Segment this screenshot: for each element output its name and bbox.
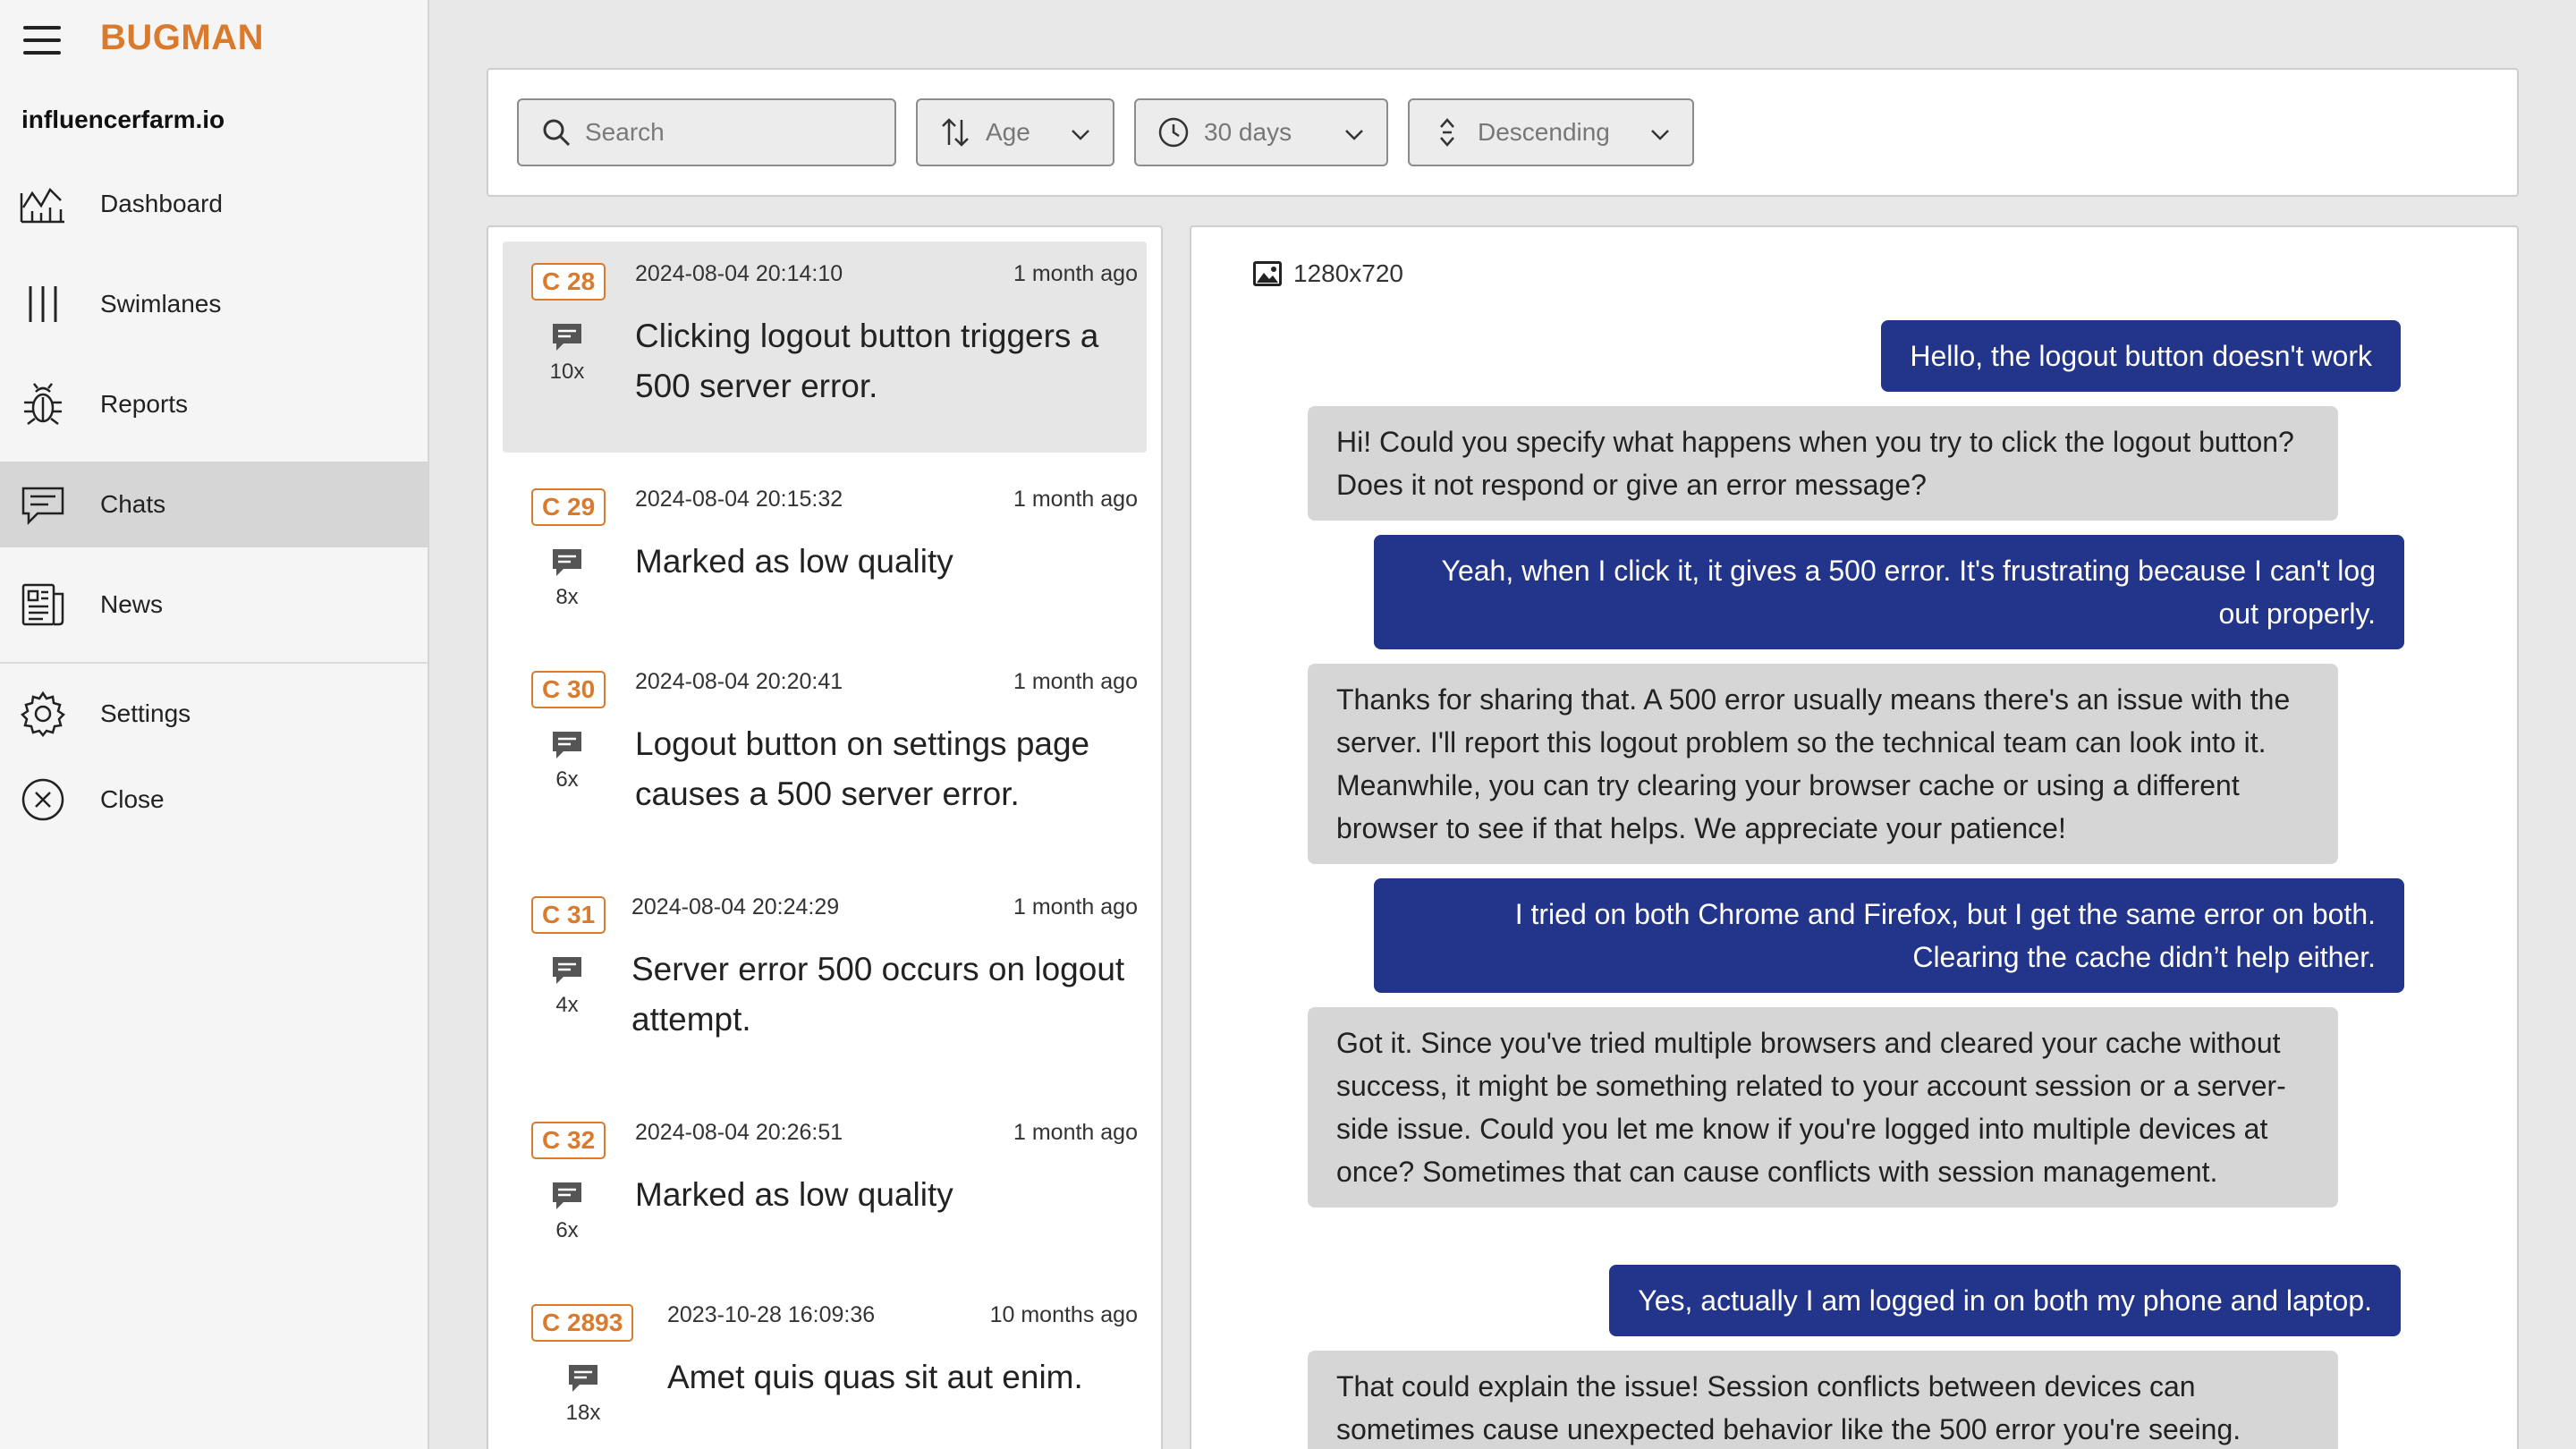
nav-chats-label: Chats [100, 490, 166, 518]
message-icon [553, 549, 581, 576]
sort-toggle-icon [1440, 118, 1454, 147]
bot-message: Thanks for sharing that. A 500 error usu… [1308, 664, 2338, 864]
filter-bar: Age 30 days Descending [487, 68, 2519, 197]
hamburger-menu-icon[interactable] [23, 26, 61, 55]
chat-age: 1 month ago [1013, 1120, 1138, 1145]
chat-date: 2024-08-04 20:20:41 [635, 669, 843, 694]
chat-age: 1 month ago [1013, 669, 1138, 694]
nav-close-label: Close [100, 785, 165, 813]
clock-icon [1158, 117, 1189, 148]
message-icon [569, 1365, 597, 1392]
chat-icon [21, 487, 64, 526]
newspaper-icon [21, 583, 64, 626]
message-icon [553, 1182, 581, 1209]
time-range-dropdown[interactable]: 30 days [1134, 98, 1388, 166]
nav-chats[interactable]: Chats [0, 462, 428, 547]
nav-settings-label: Settings [100, 699, 191, 727]
brand-logo: BUGMAN [100, 18, 264, 57]
message-icon [553, 324, 581, 351]
chat-date: 2023-10-28 16:09:36 [667, 1302, 876, 1327]
nav-swimlanes[interactable]: Swimlanes [0, 261, 428, 347]
conversation-panel: 1280x720 Hello, the logout button doesn'… [1190, 225, 2519, 1449]
chat-age: 1 month ago [1013, 894, 1138, 919]
nav-close[interactable]: Close [0, 757, 428, 843]
chevron-down-icon [1072, 130, 1089, 140]
chat-id-badge: C 2893 [531, 1304, 634, 1342]
user-message: Yes, actually I am logged in on both my … [1609, 1265, 2401, 1336]
chart-line-icon [20, 187, 64, 224]
chat-age: 1 month ago [1013, 487, 1138, 512]
organization-name: influencerfarm.io [21, 106, 225, 133]
chat-age: 10 months ago [989, 1302, 1138, 1327]
chat-age: 1 month ago [1013, 261, 1138, 286]
chat-list-item[interactable]: C 2893 18x 2023-10-28 16:09:36 10 months… [503, 1283, 1147, 1449]
resolution-label: 1280x720 [1293, 259, 1404, 287]
sidebar: BUGMAN influencerfarm.io Dashboard Swiml… [0, 0, 429, 1449]
bot-message: That could explain the issue! Session co… [1308, 1351, 2338, 1449]
sort-by-dropdown[interactable]: Age [916, 98, 1114, 166]
chat-list-item[interactable]: C 30 6x 2024-08-04 20:20:41 1 month ago … [503, 649, 1147, 860]
chat-id-badge: C 30 [531, 671, 606, 708]
chevron-down-icon [1651, 130, 1669, 140]
bot-message: Hi! Could you specify what happens when … [1308, 406, 2338, 521]
bug-icon [24, 383, 62, 425]
chat-list-item[interactable]: C 28 10x 2024-08-04 20:14:10 1 month ago… [503, 242, 1147, 453]
nav-divider [0, 662, 428, 664]
message-count: 18x [565, 1401, 601, 1425]
bot-message: Got it. Since you've tried multiple brow… [1308, 1007, 2338, 1208]
order-dropdown[interactable]: Descending [1408, 98, 1694, 166]
chevron-down-icon [1345, 130, 1363, 140]
nav-settings[interactable]: Settings [0, 671, 428, 757]
chat-date: 2024-08-04 20:14:10 [635, 261, 843, 286]
nav-dashboard-label: Dashboard [100, 190, 223, 217]
chat-summary: Marked as low quality [635, 1176, 953, 1213]
nav-swimlanes-label: Swimlanes [100, 290, 222, 318]
chat-list-item[interactable]: C 29 8x 2024-08-04 20:15:32 1 month ago … [503, 467, 1147, 637]
chat-summary: Server error 500 occurs on logout attemp… [631, 951, 1125, 1038]
search-box[interactable] [517, 98, 896, 166]
sort-by-label: Age [986, 118, 1030, 146]
close-circle-icon [21, 778, 64, 821]
chat-id-badge: C 28 [531, 263, 606, 301]
nav-reports[interactable]: Reports [0, 361, 428, 447]
message-count: 4x [555, 993, 579, 1017]
chat-id-badge: C 29 [531, 488, 606, 526]
image-icon [1253, 261, 1282, 286]
chat-date: 2024-08-04 20:26:51 [635, 1120, 843, 1145]
chat-id-badge: C 31 [531, 896, 606, 934]
user-message: Yeah, when I click it, it gives a 500 er… [1374, 535, 2404, 649]
nav-news[interactable]: News [0, 562, 428, 648]
chat-list: C 28 10x 2024-08-04 20:14:10 1 month ago… [487, 225, 1163, 1449]
message-count: 8x [555, 585, 579, 609]
chat-list-item[interactable]: C 31 4x 2024-08-04 20:24:29 1 month ago … [503, 875, 1147, 1086]
search-input[interactable] [585, 118, 871, 147]
user-message: Hello, the logout button doesn't work [1881, 320, 2401, 392]
chat-summary: Marked as low quality [635, 543, 953, 580]
chat-list-item[interactable]: C 32 6x 2024-08-04 20:26:51 1 month ago … [503, 1100, 1147, 1270]
message-count: 6x [555, 767, 579, 792]
message-icon [553, 732, 581, 758]
swimlanes-icon [29, 286, 57, 322]
brand-row [23, 20, 61, 61]
screenshot-resolution[interactable]: 1280x720 [1252, 259, 1403, 288]
search-icon [543, 119, 571, 147]
user-message: I tried on both Chrome and Firefox, but … [1374, 878, 2404, 993]
nav-dashboard[interactable]: Dashboard [0, 161, 428, 247]
chat-id-badge: C 32 [531, 1122, 606, 1159]
chat-summary: Logout button on settings page causes a … [635, 725, 1090, 812]
chat-date: 2024-08-04 20:24:29 [631, 894, 840, 919]
order-label: Descending [1478, 118, 1610, 146]
message-count: 10x [549, 360, 585, 384]
chat-date: 2024-08-04 20:15:32 [635, 487, 843, 512]
gear-icon [21, 691, 65, 737]
sort-arrows-icon [942, 118, 969, 147]
nav-news-label: News [100, 590, 164, 618]
message-count: 6x [555, 1218, 579, 1242]
nav-reports-label: Reports [100, 390, 189, 418]
time-range-label: 30 days [1204, 118, 1292, 146]
message-icon [553, 957, 581, 984]
chat-summary: Clicking logout button triggers a 500 se… [635, 318, 1099, 404]
chat-summary: Amet quis quas sit aut enim. [667, 1359, 1083, 1395]
